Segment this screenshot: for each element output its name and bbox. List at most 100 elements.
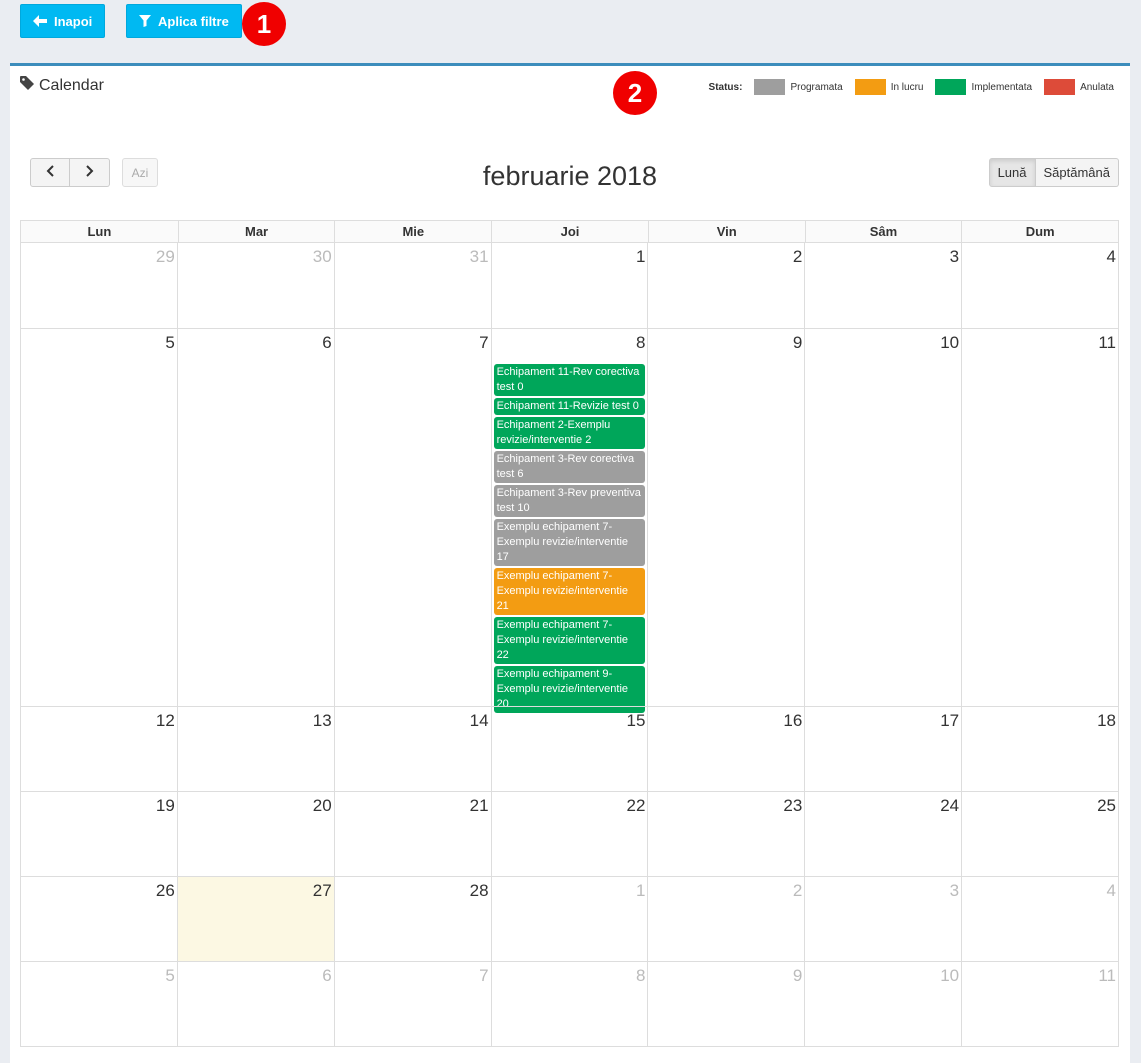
- day-number: 16: [783, 711, 803, 730]
- day-cell[interactable]: 24: [805, 791, 963, 876]
- day-cell[interactable]: 9: [648, 328, 806, 713]
- calendar-event[interactable]: Exemplu echipament 7-Exemplu revizie/int…: [493, 519, 646, 566]
- day-number: 10: [940, 966, 960, 985]
- day-cell[interactable]: 29: [21, 242, 178, 328]
- legend-swatch-anulata: [1044, 79, 1076, 95]
- day-cell[interactable]: 7: [334, 328, 492, 713]
- day-number: 6: [322, 966, 332, 985]
- weekday-joi: Joi: [491, 221, 648, 242]
- day-cell[interactable]: 13: [177, 706, 335, 791]
- day-cell[interactable]: 2: [648, 242, 806, 328]
- legend-swatch-implementata: [935, 79, 967, 95]
- day-number: 15: [626, 711, 646, 730]
- weekday-header: Lun Mar Mie Joi Vin Sâm Dum: [20, 220, 1119, 242]
- day-cell[interactable]: 18: [962, 706, 1119, 791]
- calendar-event[interactable]: Echipament 3-Rev corectiva test 6: [493, 451, 646, 483]
- day-cell[interactable]: 30: [177, 242, 335, 328]
- day-number: 1: [635, 247, 646, 266]
- day-number: 14: [469, 711, 489, 730]
- calendar-week-row: 26 27 28 1 2 3 4: [20, 876, 1119, 961]
- day-cell[interactable]: 7: [334, 961, 492, 1047]
- day-cell[interactable]: 17: [805, 706, 963, 791]
- filter-icon: [139, 15, 151, 27]
- calendar-week-row: 5 6 7 8 Echipament 11-Rev corectiva test 0 Ec…: [20, 328, 1119, 713]
- month-view-button[interactable]: Lună: [988, 158, 1036, 187]
- day-cell[interactable]: 26: [21, 876, 178, 961]
- day-cell[interactable]: 16: [648, 706, 806, 791]
- calendar-weeks: 29 30 31 1 2 3 4 5 6 7 8 Echipament 11-Rev corectiv…: [20, 242, 1119, 1047]
- annotation-badge-2: 2: [613, 71, 657, 115]
- day-cell[interactable]: 8: [491, 961, 649, 1047]
- apply-filters-button[interactable]: Aplica filtre: [126, 4, 242, 38]
- calendar-event[interactable]: Echipament 3-Rev preventiva test 10: [493, 485, 646, 517]
- day-number: 9: [792, 333, 803, 352]
- day-cell[interactable]: 6: [177, 328, 335, 713]
- day-cell[interactable]: 21: [334, 791, 492, 876]
- day-number: 9: [792, 966, 803, 985]
- day-cell[interactable]: 8 Echipament 11-Rev corectiva test 0 Echip…: [491, 328, 649, 713]
- day-number: 28: [469, 881, 489, 900]
- day-number: 2: [792, 247, 803, 266]
- day-number: 8: [635, 333, 646, 352]
- view-switcher: Lună Săptămână: [988, 158, 1119, 187]
- day-number: 11: [1098, 333, 1116, 352]
- day-cell[interactable]: 6: [177, 961, 335, 1047]
- day-number: 29: [155, 247, 175, 266]
- day-cell[interactable]: 20: [177, 791, 335, 876]
- day-cell[interactable]: 31: [334, 242, 492, 328]
- day-cell[interactable]: 4: [962, 242, 1119, 328]
- day-cell[interactable]: 10: [805, 328, 963, 713]
- back-button[interactable]: Inapoi: [20, 4, 106, 38]
- day-cell[interactable]: 23: [648, 791, 806, 876]
- day-number: 4: [1106, 881, 1116, 900]
- weekday-vin: Vin: [647, 221, 805, 242]
- day-cell[interactable]: 10: [805, 961, 963, 1047]
- calendar-event[interactable]: Echipament 2-Exemplu revizie/interventie…: [493, 417, 646, 449]
- weekday-sam: Sâm: [804, 221, 962, 242]
- day-cell[interactable]: 25: [962, 791, 1119, 876]
- day-cell[interactable]: 14: [334, 706, 492, 791]
- arrow-left-icon: [33, 15, 47, 27]
- day-cell[interactable]: 2: [648, 876, 806, 961]
- calendar-event[interactable]: Echipament 11-Revizie test 0: [493, 398, 646, 415]
- day-number: 12: [155, 711, 175, 730]
- day-cell[interactable]: 5: [21, 328, 178, 713]
- day-cell[interactable]: 11: [962, 328, 1119, 713]
- day-number: 13: [312, 711, 332, 730]
- day-cell[interactable]: 5: [21, 961, 178, 1047]
- day-cell-today[interactable]: 27: [177, 876, 335, 961]
- weekday-lun: Lun: [87, 224, 112, 239]
- week-view-button[interactable]: Săptămână: [1035, 158, 1119, 187]
- day-cell[interactable]: 1: [491, 242, 649, 328]
- calendar-event[interactable]: Exemplu echipament 7-Exemplu revizie/int…: [493, 617, 646, 664]
- day-number: 4: [1106, 247, 1116, 266]
- legend-label: Status:: [708, 81, 743, 93]
- day-number: 24: [940, 796, 960, 815]
- day-cell[interactable]: 11: [962, 961, 1119, 1047]
- day-cell[interactable]: 28: [334, 876, 492, 961]
- day-cell[interactable]: 19: [21, 791, 178, 876]
- weekday-mie: Mie: [334, 221, 491, 242]
- day-number: 17: [940, 711, 960, 730]
- day-cell[interactable]: 1: [491, 876, 649, 961]
- legend-item-in-lucru: In lucru: [890, 81, 924, 93]
- day-number: 31: [469, 247, 489, 266]
- day-cell[interactable]: 9: [648, 961, 806, 1047]
- calendar-week-row: 29 30 31 1 2 3 4: [20, 242, 1119, 328]
- day-cell[interactable]: 12: [21, 706, 178, 791]
- status-legend: Status: Programata In lucru Implementata…: [709, 79, 1114, 95]
- legend-item-implementata: Implementata: [971, 81, 1033, 93]
- calendar-event[interactable]: Echipament 11-Rev corectiva test 0: [493, 364, 646, 396]
- day-cell[interactable]: 15: [491, 706, 649, 791]
- day-number: 30: [312, 247, 332, 266]
- day-cell[interactable]: 22: [491, 791, 649, 876]
- panel-title-text: Calendar: [39, 76, 104, 94]
- day-cell[interactable]: 3: [805, 242, 963, 328]
- calendar-week-row: 5 6 7 8 9 10 11: [20, 961, 1119, 1047]
- calendar-event[interactable]: Exemplu echipament 7-Exemplu revizie/int…: [493, 568, 646, 615]
- day-number: 7: [479, 333, 489, 352]
- day-number: 6: [322, 333, 332, 352]
- day-cell[interactable]: 3: [805, 876, 963, 961]
- day-number: 5: [165, 333, 175, 352]
- day-cell[interactable]: 4: [962, 876, 1119, 961]
